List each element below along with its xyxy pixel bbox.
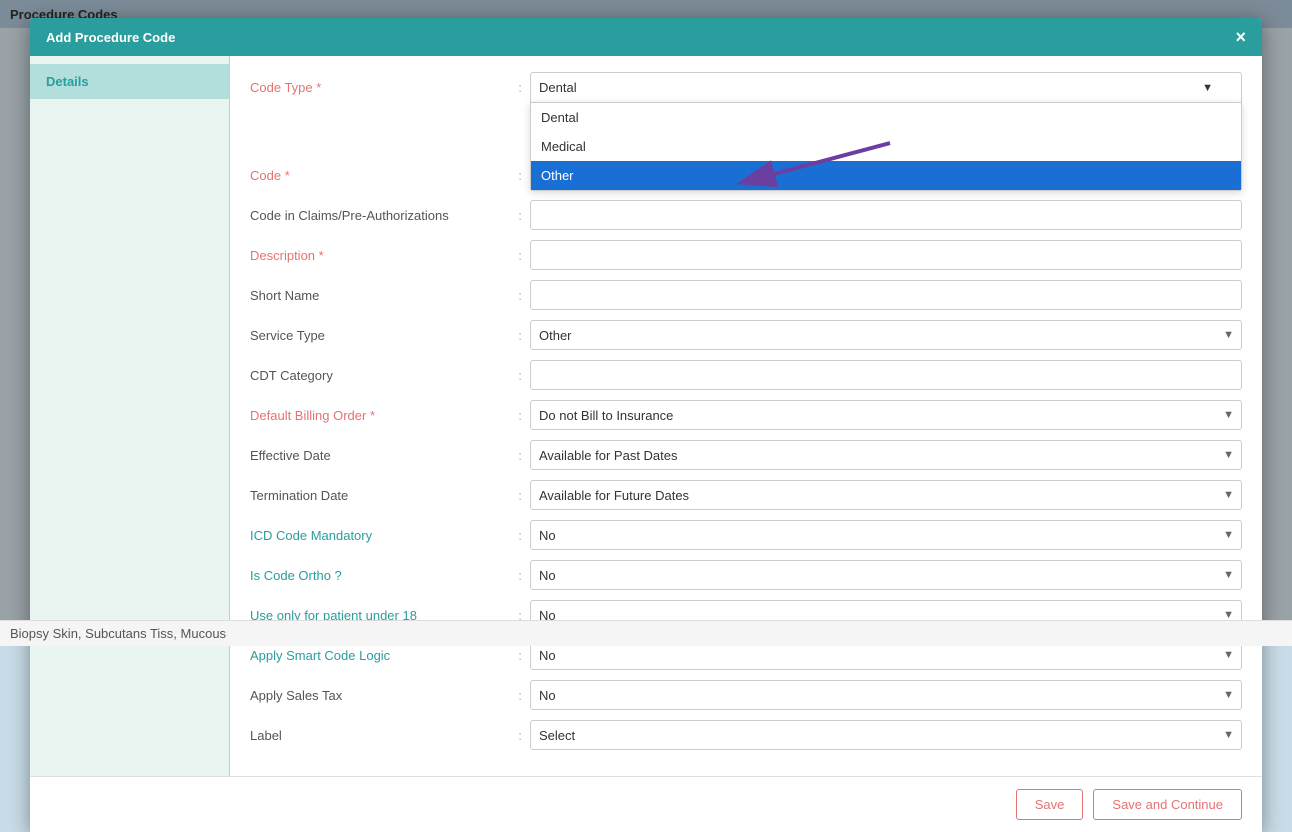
code-type-select[interactable]: Dental ▼ [530,72,1242,102]
description-row: Description : [250,240,1242,270]
icd-mandatory-row: ICD Code Mandatory : No ▼ [250,520,1242,550]
modal-title: Add Procedure Code [46,30,175,45]
billing-order-select[interactable]: Do not Bill to Insurance [530,400,1242,430]
sidebar-item-details[interactable]: Details [30,64,229,99]
modal-header: Add Procedure Code × [30,18,1262,56]
termination-date-wrapper: Available for Future Dates ▼ [530,480,1242,510]
page-background: Procedure Codes Add Procedure Code × Det… [0,0,1292,646]
description-label: Description [250,248,510,263]
billing-order-row: Default Billing Order : Do not Bill to I… [250,400,1242,430]
code-type-label: Code Type [250,80,510,95]
claims-code-label: Code in Claims/Pre-Authorizations [250,208,510,223]
label-label: Label [250,728,510,743]
bg-bottom-row: Biopsy Skin, Subcutans Tiss, Mucous [0,620,1292,646]
code-type-dropdown: Dental Medical Other [530,102,1242,191]
code-type-row: Code Type : Dental ▼ Dental Medical [250,72,1242,102]
dropdown-item-dental[interactable]: Dental [531,103,1241,132]
code-label: Code [250,168,510,183]
is-ortho-row: Is Code Ortho ? : No ▼ [250,560,1242,590]
short-name-row: Short Name : [250,280,1242,310]
code-type-value: Dental [539,80,577,95]
sales-tax-wrapper: No ▼ [530,680,1242,710]
icd-mandatory-select[interactable]: No [530,520,1242,550]
claims-code-input[interactable] [530,200,1242,230]
claims-code-row: Code in Claims/Pre-Authorizations : [250,200,1242,230]
save-continue-button[interactable]: Save and Continue [1093,789,1242,820]
modal-sidebar: Details [30,56,230,776]
termination-date-select[interactable]: Available for Future Dates [530,480,1242,510]
service-type-wrapper: Other ▼ [530,320,1242,350]
short-name-input[interactable] [530,280,1242,310]
description-input[interactable] [530,240,1242,270]
smart-code-label: Apply Smart Code Logic [250,648,510,663]
effective-date-select[interactable]: Available for Past Dates [530,440,1242,470]
add-procedure-modal: Add Procedure Code × Details Code Type : [30,18,1262,832]
billing-order-wrapper: Do not Bill to Insurance ▼ [530,400,1242,430]
icd-mandatory-wrapper: No ▼ [530,520,1242,550]
is-ortho-select[interactable]: No [530,560,1242,590]
cdt-category-input[interactable] [530,360,1242,390]
label-select[interactable]: Select [530,720,1242,750]
service-type-label: Service Type [250,328,510,343]
label-row: Label : Select ▼ [250,720,1242,750]
dropdown-item-other[interactable]: Other [531,161,1241,190]
icd-mandatory-label: ICD Code Mandatory [250,528,510,543]
bg-row-text: Biopsy Skin, Subcutans Tiss, Mucous [10,626,226,641]
termination-date-row: Termination Date : Available for Future … [250,480,1242,510]
sales-tax-label: Apply Sales Tax [250,688,510,703]
is-ortho-label: Is Code Ortho ? [250,568,510,583]
modal-footer: Save Save and Continue [30,776,1262,832]
sales-tax-row: Apply Sales Tax : No ▼ [250,680,1242,710]
effective-date-wrapper: Available for Past Dates ▼ [530,440,1242,470]
modal-close-button[interactable]: × [1235,28,1246,46]
termination-date-label: Termination Date [250,488,510,503]
effective-date-label: Effective Date [250,448,510,463]
service-type-select[interactable]: Other [530,320,1242,350]
save-button[interactable]: Save [1016,789,1084,820]
billing-order-label: Default Billing Order [250,408,510,423]
service-type-row: Service Type : Other ▼ [250,320,1242,350]
form-area: Code Type : Dental ▼ Dental Medical [230,56,1262,776]
is-ortho-wrapper: No ▼ [530,560,1242,590]
dropdown-item-medical[interactable]: Medical [531,132,1241,161]
sales-tax-select[interactable]: No [530,680,1242,710]
cdt-category-label: CDT Category [250,368,510,383]
code-type-wrapper: Dental ▼ Dental Medical Other [530,72,1242,102]
chevron-down-icon: ▼ [1202,82,1213,94]
effective-date-row: Effective Date : Available for Past Date… [250,440,1242,470]
label-wrapper: Select ▼ [530,720,1242,750]
modal-body: Details Code Type : Dental ▼ [30,56,1262,776]
cdt-category-row: CDT Category : [250,360,1242,390]
short-name-label: Short Name [250,288,510,303]
